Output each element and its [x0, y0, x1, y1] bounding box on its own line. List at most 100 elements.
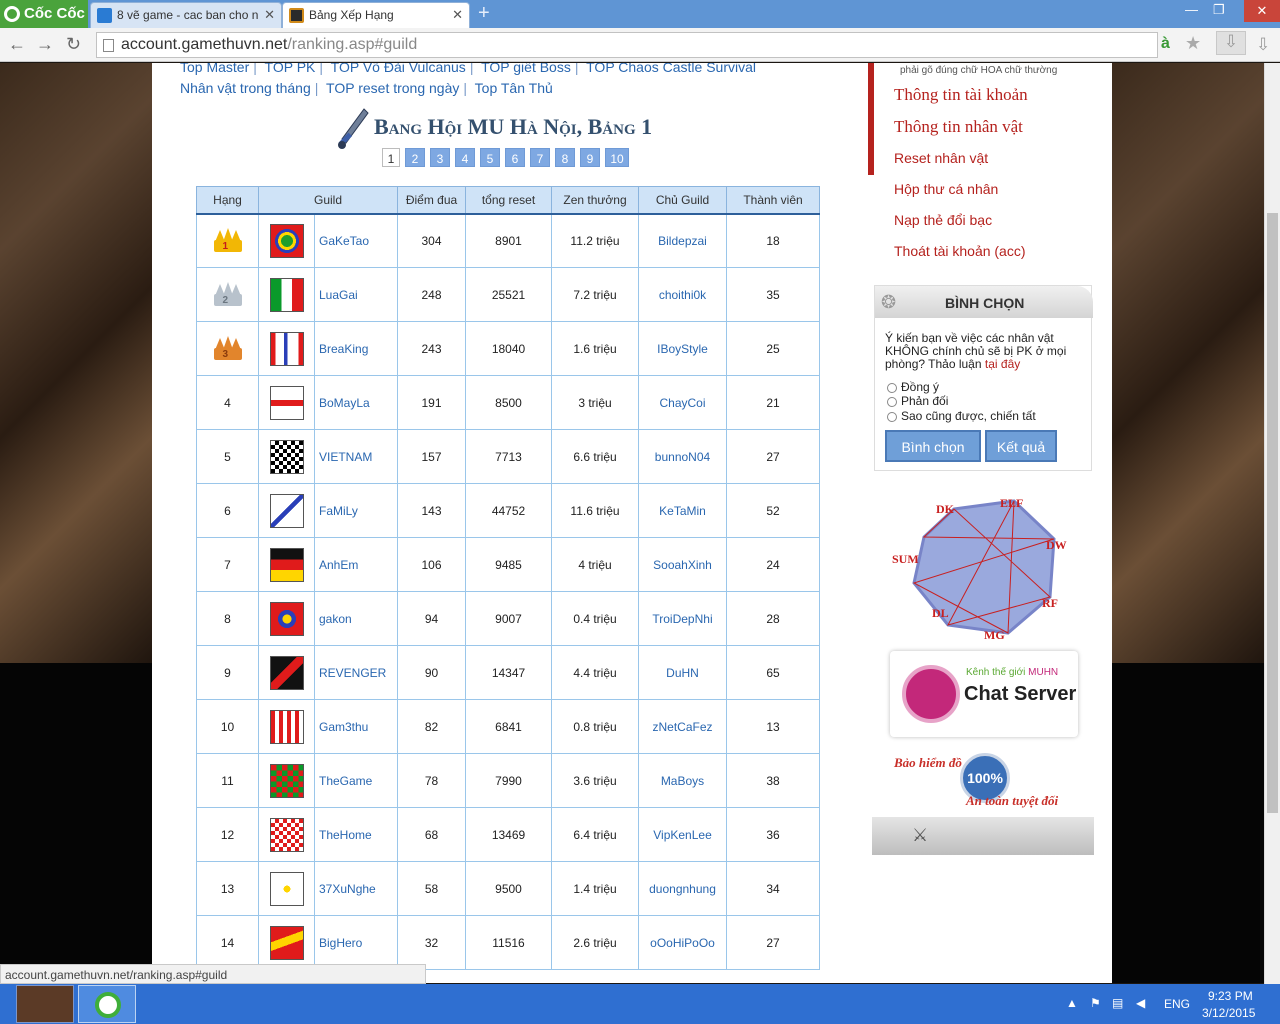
- back-icon[interactable]: ←: [8, 34, 26, 55]
- rank-cell: 5: [196, 429, 259, 484]
- guild-name[interactable]: TheHome: [314, 807, 398, 862]
- guild-name[interactable]: FaMiLy: [314, 483, 398, 538]
- poll-option-agree[interactable]: Đồng ý: [887, 380, 939, 394]
- coccoc-taskbar-icon[interactable]: [78, 985, 136, 1023]
- owner-cell[interactable]: ChayCoi: [638, 375, 727, 430]
- header-owner[interactable]: Chủ Guild: [638, 186, 727, 215]
- header-guild[interactable]: Guild: [258, 186, 398, 215]
- guild-name[interactable]: Gam3thu: [314, 699, 398, 754]
- owner-cell[interactable]: Bildepzai: [638, 213, 727, 268]
- menu-account-info[interactable]: Thông tin tài khoản: [894, 85, 1028, 105]
- tab-game[interactable]: 8 vẽ game - cac ban cho n ✕: [90, 2, 282, 28]
- page-button-2[interactable]: 2: [405, 148, 425, 167]
- header-zen[interactable]: Zen thưởng: [551, 186, 639, 215]
- page-button-5[interactable]: 5: [480, 148, 500, 167]
- radio-icon[interactable]: [887, 396, 897, 407]
- guild-name[interactable]: TheGame: [314, 753, 398, 808]
- tray-expand-icon[interactable]: ▲: [1066, 996, 1078, 1010]
- scrollbar-thumb[interactable]: [1267, 213, 1278, 813]
- header-members[interactable]: Thành viên: [726, 186, 820, 215]
- discussion-link[interactable]: tại đây: [985, 357, 1020, 371]
- address-bar[interactable]: account.gamethuvn.net/ranking.asp#guild …: [96, 32, 1201, 58]
- page-button-3[interactable]: 3: [430, 148, 450, 167]
- page-button-9[interactable]: 9: [580, 148, 600, 167]
- owner-cell[interactable]: bunnoN04: [638, 429, 727, 484]
- new-tab-icon[interactable]: +: [478, 3, 490, 23]
- guild-name[interactable]: BoMayLa: [314, 375, 398, 430]
- menu-logout[interactable]: Thoát tài khoản (acc): [894, 243, 1026, 259]
- close-tab-icon[interactable]: ✕: [264, 7, 275, 23]
- page-scrollbar[interactable]: [1264, 63, 1280, 984]
- page-button-8[interactable]: 8: [555, 148, 575, 167]
- poll-option-disagree[interactable]: Phản đối: [887, 394, 948, 408]
- results-button[interactable]: Kết quả: [985, 430, 1057, 462]
- poll-option-whatever[interactable]: Sao cũng được, chiến tất: [887, 409, 1036, 423]
- header-reset[interactable]: tổng reset: [465, 186, 552, 215]
- reload-icon[interactable]: ↻: [66, 34, 81, 55]
- link-monthly-character[interactable]: Nhân vật trong tháng: [180, 80, 311, 96]
- owner-cell[interactable]: zNetCaFez: [638, 699, 727, 754]
- language-indicator[interactable]: ENG: [1164, 997, 1190, 1011]
- link-top-reset-day[interactable]: TOP reset trong ngày: [326, 80, 459, 96]
- menu-inbox[interactable]: Hộp thư cá nhân: [894, 181, 998, 197]
- flag-icon[interactable]: ⚑: [1090, 996, 1101, 1010]
- owner-cell[interactable]: TroiDepNhi: [638, 591, 727, 646]
- clock-date[interactable]: 3/12/2015: [1202, 1006, 1255, 1020]
- tab-ranking[interactable]: Bảng Xếp Hạng ✕: [282, 2, 470, 28]
- menu-topup[interactable]: Nạp thẻ đổi bạc: [894, 212, 992, 228]
- radio-icon[interactable]: [887, 411, 897, 422]
- owner-cell[interactable]: IBoyStyle: [638, 321, 727, 376]
- guild-name[interactable]: BigHero: [314, 915, 398, 970]
- forward-icon[interactable]: →: [36, 34, 54, 55]
- close-window-icon[interactable]: ✕: [1244, 0, 1280, 22]
- menu-character-info[interactable]: Thông tin nhân vật: [894, 117, 1023, 137]
- mu-app-taskbar-icon[interactable]: [16, 985, 74, 1023]
- browser-logo[interactable]: Cốc Cốc: [0, 0, 88, 28]
- link-top-newbie[interactable]: Top Tân Thủ: [475, 80, 553, 96]
- header-points[interactable]: Điểm đua: [397, 186, 466, 215]
- radio-icon[interactable]: [887, 382, 897, 393]
- guild-name[interactable]: GaKeTao: [314, 213, 398, 268]
- rank-cell: 9: [196, 645, 259, 700]
- guild-name[interactable]: 37XuNghe: [314, 861, 398, 916]
- guild-name[interactable]: REVENGER: [314, 645, 398, 700]
- guild-name[interactable]: BreaKing: [314, 321, 398, 376]
- link-top-vulcanus[interactable]: TOP Võ Đài Vulcanus: [331, 63, 466, 75]
- guild-name[interactable]: gakon: [314, 591, 398, 646]
- menu-icon[interactable]: ⇩: [1256, 35, 1270, 55]
- owner-cell[interactable]: SooahXinh: [638, 537, 727, 592]
- link-top-master[interactable]: Top Master: [180, 63, 249, 75]
- guild-name[interactable]: LuaGai: [314, 267, 398, 322]
- network-icon[interactable]: ▤: [1112, 996, 1123, 1010]
- owner-cell[interactable]: DuHN: [638, 645, 727, 700]
- page-button-4[interactable]: 4: [455, 148, 475, 167]
- guild-name[interactable]: VIETNAM: [314, 429, 398, 484]
- owner-cell[interactable]: MaBoys: [638, 753, 727, 808]
- guild-name[interactable]: AnhEm: [314, 537, 398, 592]
- link-top-chaos-castle[interactable]: TOP Chaos Castle Survival: [586, 63, 756, 75]
- owner-cell[interactable]: oOoHiPoOo: [638, 915, 727, 970]
- page-button-6[interactable]: 6: [505, 148, 525, 167]
- close-tab-icon[interactable]: ✕: [452, 7, 463, 23]
- vote-button[interactable]: Bình chọn: [885, 430, 981, 462]
- link-top-pk[interactable]: TOP PK: [265, 63, 316, 75]
- menu-reset-character[interactable]: Reset nhân vật: [894, 150, 988, 166]
- restore-icon[interactable]: ❐: [1213, 2, 1225, 18]
- translate-icon[interactable]: à: [1161, 35, 1170, 53]
- star-icon[interactable]: ★: [1185, 33, 1201, 54]
- right-background-art: [1112, 63, 1264, 663]
- chat-server-banner[interactable]: Kênh thế giới MUHN Chat Server: [890, 651, 1078, 737]
- download-icon[interactable]: ⇩: [1216, 31, 1246, 55]
- owner-cell[interactable]: VipKenLee: [638, 807, 727, 862]
- page-button-7[interactable]: 7: [530, 148, 550, 167]
- page-button-10[interactable]: 10: [605, 148, 629, 167]
- page-button-1[interactable]: 1: [382, 148, 400, 167]
- minimize-icon[interactable]: —: [1185, 2, 1198, 17]
- owner-cell[interactable]: duongnhung: [638, 861, 727, 916]
- header-rank[interactable]: Hạng: [196, 186, 259, 215]
- owner-cell[interactable]: KeTaMin: [638, 483, 727, 538]
- link-top-boss[interactable]: TOP giết Boss: [481, 63, 571, 75]
- owner-cell[interactable]: choithi0k: [638, 267, 727, 322]
- clock-time[interactable]: 9:23 PM: [1208, 989, 1253, 1003]
- volume-icon[interactable]: ◀: [1136, 996, 1145, 1010]
